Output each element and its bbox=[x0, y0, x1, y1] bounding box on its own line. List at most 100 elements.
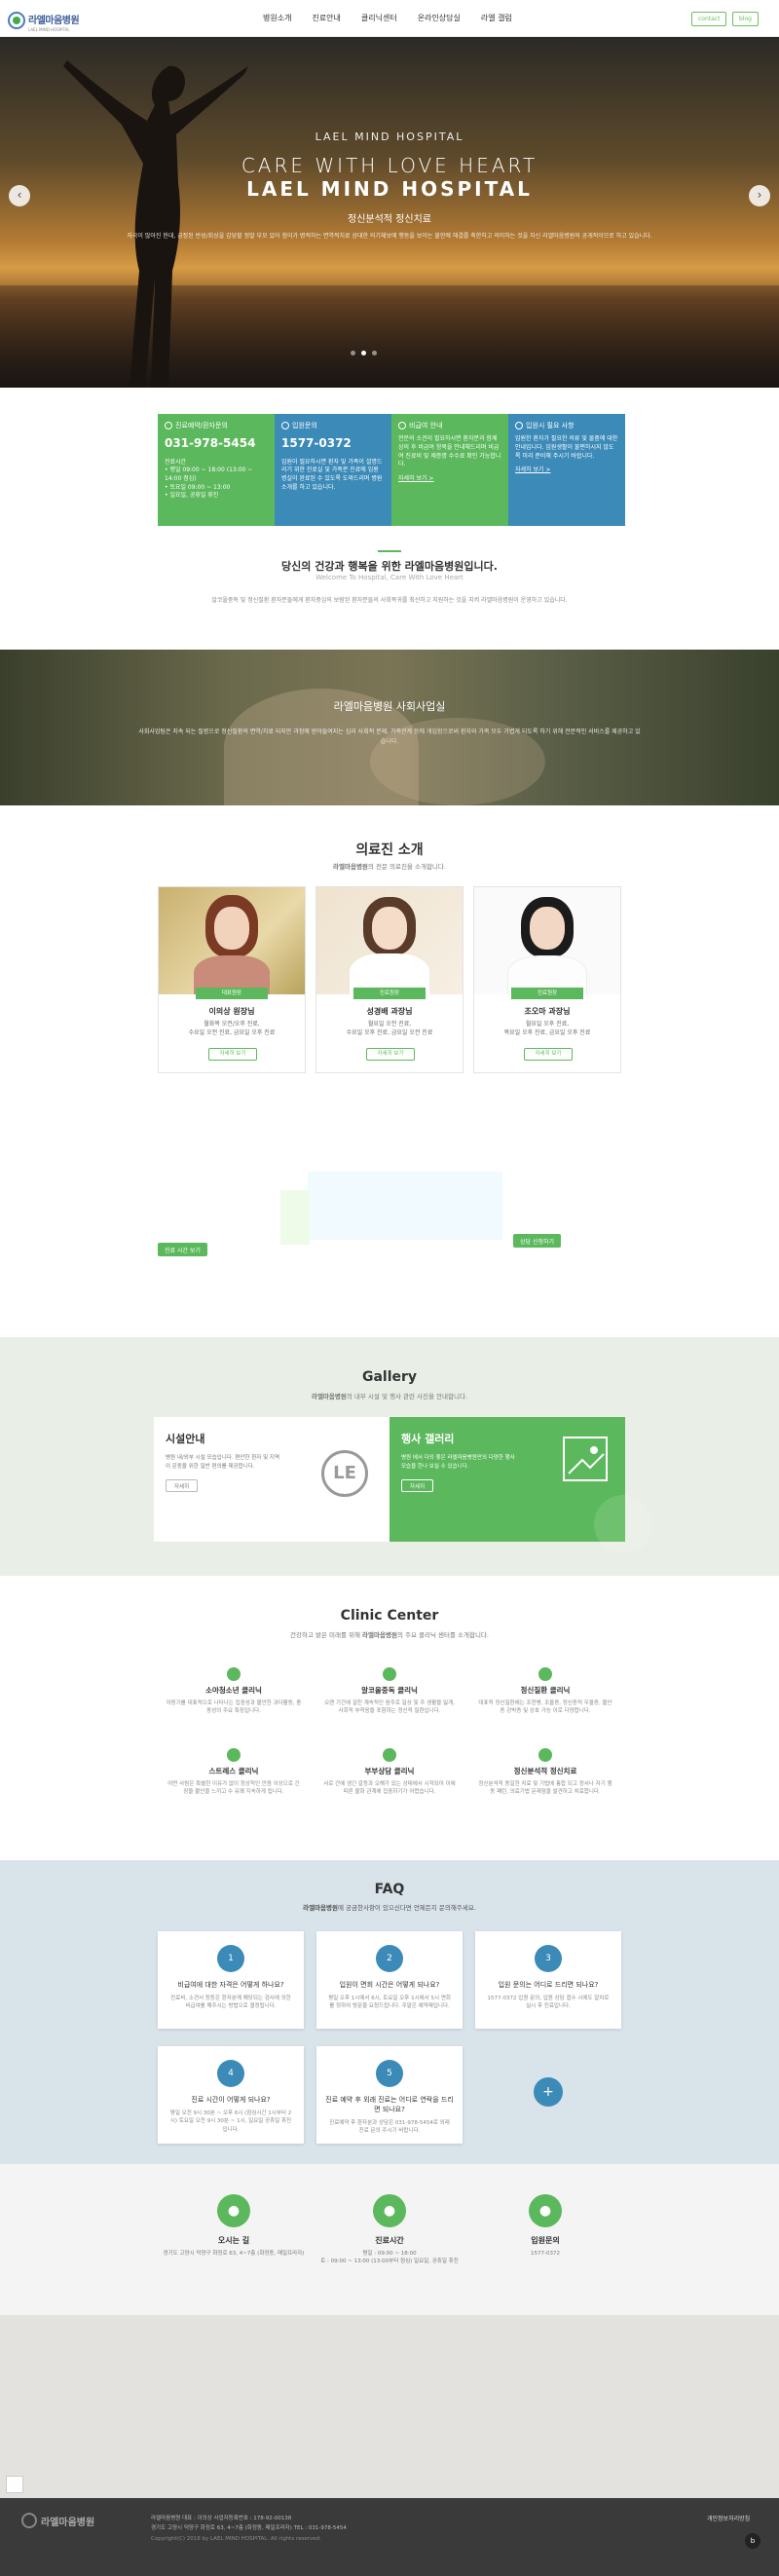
schedule-view-button[interactable]: 진료 시간 보기 bbox=[158, 1243, 207, 1256]
map-control[interactable] bbox=[6, 2476, 23, 2493]
child-icon bbox=[227, 1667, 241, 1681]
map-area[interactable] bbox=[0, 2315, 779, 2498]
doctor-name: 조오마 과장님 bbox=[524, 1007, 571, 1016]
clinic-item-psychoanalytic[interactable]: 정신분석적 정신치료 정신분석적 동일한 치료 및 기법에 통합 되고 정서나 … bbox=[467, 1748, 623, 1797]
logo[interactable]: 라엘마음병원 LAEL MIND HOSPITAL bbox=[8, 9, 80, 32]
contact-title: 입원문의 bbox=[531, 2236, 560, 2245]
site-header: 라엘마음병원 LAEL MIND HOSPITAL 병원소개 진료안내 클리닉센… bbox=[0, 0, 779, 37]
gallery-event-box[interactable]: 행사 갤러리 병원 에서 다의 좋은 라엘마음병원만의 다양한 행사 모습을 한… bbox=[390, 1417, 652, 1553]
faq-question: 진료 예약 후 외래 진료는 어디로 연락을 드리면 되나요? bbox=[325, 2096, 454, 2113]
welcome-subtitle: Welcome To Hospital, Care With Love Hear… bbox=[315, 574, 464, 581]
faq-question: 진료 시간이 어떻게 되나요? bbox=[191, 2096, 271, 2104]
schedule-faint-panel bbox=[308, 1172, 502, 1240]
gallery-facility-box[interactable]: 시설안내 병원 내/외부 시설 모습입니다. 편안한 환자 및 지역이 운동을 … bbox=[154, 1417, 390, 1542]
info-line: • 평일 09:00 ~ 18:00 (13:00 ~ 14:00 점심) bbox=[165, 467, 253, 482]
logo-sub: LAEL MIND HOSPITAL bbox=[28, 27, 70, 32]
info-more-link[interactable]: 자세히 보기 > bbox=[515, 467, 618, 475]
faq-card[interactable]: 4 진료 시간이 어떻게 되나요? 평일 오전 9시 30분 ~ 오후 6시 (… bbox=[158, 2046, 304, 2144]
doctor-more-button[interactable]: 자세히 보기 bbox=[366, 1048, 415, 1061]
doctors-title: 의료진 소개 bbox=[355, 842, 424, 858]
hero-slider: LAEL MIND HOSPITAL CARE WITH LOVE HEART … bbox=[0, 37, 779, 388]
nav-item-gallery[interactable]: 라엘 갤럼 bbox=[481, 13, 512, 23]
clinic-title: Clinic Center bbox=[340, 1608, 439, 1624]
clinic-item-title: 스트레스 클리닉 bbox=[208, 1767, 259, 1775]
doctor-more-button[interactable]: 자세히 보기 bbox=[524, 1048, 573, 1061]
contact-title: 진료시간 bbox=[375, 2236, 404, 2245]
contact-admission: ● 입원문의 1577-0372 bbox=[467, 2194, 623, 2258]
info-more-link[interactable]: 자세히 보기 > bbox=[398, 475, 501, 484]
faq-number: 2 bbox=[376, 1945, 403, 1972]
blog-circle-icon[interactable]: b bbox=[745, 2533, 760, 2549]
privacy-link[interactable]: 개인정보처리방침 bbox=[707, 2514, 750, 2522]
nav-item-clinic[interactable]: 클리닉센터 bbox=[361, 13, 397, 23]
hero-dot[interactable] bbox=[351, 351, 355, 355]
hero-next-button[interactable]: › bbox=[749, 185, 770, 206]
footer-info: 라엘마음병원 대표 : 이의상 사업자등록번호 : 178-92-00138 경… bbox=[151, 2516, 347, 2542]
faq-number: 4 bbox=[217, 2060, 244, 2087]
doctor-schedule: 월화목 오전/오후 진료, 수요일 오전 진료, 금요일 오후 진료 bbox=[188, 1021, 276, 1036]
faq-card[interactable]: 2 입원이 면회 시간은 어떻게 되나요? 평일 오후 1시에서 6시, 토요일… bbox=[316, 1931, 463, 2029]
doctor-more-button[interactable]: 자세히 보기 bbox=[208, 1048, 257, 1061]
info-phone[interactable]: 1577-0372 bbox=[281, 435, 385, 452]
hero-dot[interactable] bbox=[372, 351, 377, 355]
social-work-banner: 라엘마음병원 사회사업실 사회사업팀은 지속 되는 질병으로 정신질환의 면역/… bbox=[0, 650, 779, 805]
contact-desc: 1577-0372 bbox=[531, 2251, 560, 2257]
faq-question: 입원 문의는 어디로 드리면 되나요? bbox=[498, 1981, 599, 1989]
info-box-noncovered: 비급여 안내 전문의 소견이 필요하시면 환자분과 함께 상의 후 비급여 항목… bbox=[391, 414, 508, 526]
main-nav: 병원소개 진료안내 클리닉센터 온라인상담실 라엘 갤럼 bbox=[263, 13, 512, 23]
faq-number: 3 bbox=[535, 1945, 562, 1972]
doctor-card: 대표원장 이의상 원장님 월화목 오전/오후 진료, 수요일 오전 진료, 금요일… bbox=[158, 886, 306, 1073]
gallery-facility-desc: 병원 내/외부 시설 모습입니다. 편안한 환자 및 지역이 운동을 위한 일반… bbox=[166, 1455, 280, 1470]
welcome-divider bbox=[378, 550, 401, 552]
gallery-subtitle: 라엘마음병원의 내부 시설 및 행사 관련 사진을 안내합니다. bbox=[311, 1393, 468, 1400]
clock-icon: ● bbox=[373, 2194, 406, 2227]
logo-name: 라엘마음병원 bbox=[28, 16, 80, 26]
doctor-card: 진료원장 성경배 과장님 월요일 오전 진료, 수요일 오후 진료, 금요일 오전… bbox=[315, 886, 464, 1073]
chat-icon: ● bbox=[529, 2194, 562, 2227]
clinic-item-couple[interactable]: 부부상담 클리닉 서로 간에 생긴 갈등과 오해가 있는 상태에서 시작되어 이… bbox=[312, 1748, 467, 1797]
faq-number: 1 bbox=[217, 1945, 244, 1972]
clinic-item-mental[interactable]: 정신질환 클리닉 대표적 정신질환에는 조현병, 조울증, 정신증적 우울증, … bbox=[467, 1667, 623, 1716]
info-title: 비급여 안내 bbox=[409, 422, 443, 429]
doctor-schedule: 월요일 오후 진료, 목요일 오후 진료, 금요일 오후 진료 bbox=[503, 1021, 591, 1036]
welcome-title: 당신의 건강과 행복을 위한 라엘마음병원입니다. bbox=[281, 560, 498, 573]
gallery-facility-button[interactable]: 자세히 bbox=[166, 1478, 199, 1492]
contact-button[interactable]: contact bbox=[691, 12, 727, 26]
gallery-event-button[interactable]: 자세히 bbox=[401, 1478, 434, 1492]
clinic-item-title: 정신질환 클리닉 bbox=[520, 1686, 571, 1695]
info-box-admission-needs: 입원시 필요 사항 입원한 환자가 필요한 의류 및 물품에 대한 안내입니다.… bbox=[508, 414, 625, 526]
nav-item-care[interactable]: 진료안내 bbox=[312, 13, 340, 23]
contact-location: ● 오시는 길 경기도 고양시 덕양구 화정로 63, 4~7층 (화정동, 매… bbox=[156, 2194, 312, 2258]
logo-mark-icon bbox=[8, 12, 25, 29]
location-pin-icon: ● bbox=[217, 2194, 250, 2227]
faq-answer: 평일 오후 1시에서 6시, 토요일 오후 1시에서 5시 면회를 정하여 방문… bbox=[328, 1996, 451, 2010]
clinic-item-stress[interactable]: 스트레스 클리닉 어떤 사람은 특별한 이유가 없이 정상적인 만큼 이상으로 … bbox=[156, 1748, 312, 1797]
clinic-item-youth[interactable]: 소아청소년 클리닉 아동기를 대표적으로 나타나는 집중성과 불안한 과다활동,… bbox=[156, 1667, 312, 1716]
info-line: 입원한 환자가 필요한 의류 및 물품에 대한 안내입니다. 입원생활이 불편하… bbox=[515, 435, 618, 460]
info-title: 입원시 필요 사항 bbox=[526, 422, 575, 429]
doctor-photo bbox=[474, 887, 620, 994]
stress-icon bbox=[227, 1748, 241, 1762]
info-title: 진료예약/환자문의 bbox=[175, 422, 228, 429]
info-phone[interactable]: 031-978-5454 bbox=[165, 435, 268, 452]
faq-answer: 진료예약 후 환자분과 상담은 031-978-5454로 외래 진료 문의 주… bbox=[329, 2120, 450, 2135]
faq-more-button[interactable]: + bbox=[534, 2077, 563, 2107]
clinic-item-title: 소아청소년 클리닉 bbox=[205, 1686, 262, 1695]
clinic-item-alcohol[interactable]: 알코올중독 클리닉 오랜 기간에 걸친 계속적인 음주로 일상 및 주 생활을 … bbox=[312, 1667, 467, 1716]
doctor-tag: 대표원장 bbox=[196, 988, 268, 999]
nav-item-counsel[interactable]: 온라인상담실 bbox=[418, 13, 461, 23]
faq-title: FAQ bbox=[374, 1882, 405, 1897]
faq-card[interactable]: 5 진료 예약 후 외래 진료는 어디로 연락을 드리면 되나요? 진료예약 후… bbox=[316, 2046, 463, 2144]
hero-dot-active[interactable] bbox=[361, 351, 366, 355]
clinic-item-desc: 서로 간에 생긴 갈등과 오해가 있는 상태에서 시작되어 이에 따른 불화 관… bbox=[323, 1781, 456, 1796]
nav-item-about[interactable]: 병원소개 bbox=[263, 13, 291, 23]
faq-card[interactable]: 1 비급여에 대한 자격은 어떻게 하나요? 진료비, 소견서 등등은 환자분께… bbox=[158, 1931, 304, 2029]
hero-prev-button[interactable]: ‹ bbox=[9, 185, 30, 206]
faq-card[interactable]: 3 입원 문의는 어디로 드리면 되나요? 1577-0372 입원 문의, 입… bbox=[475, 1931, 621, 2029]
gallery-title: Gallery bbox=[361, 1369, 418, 1385]
blog-button[interactable]: blog bbox=[732, 12, 759, 26]
welcome-description: 알코올중독 및 정신질환 환자분들에게 환자중심의 보람된 환자분들의 사회복귀… bbox=[211, 597, 568, 604]
consult-request-button[interactable]: 상담 신청하기 bbox=[513, 1234, 562, 1248]
faq-answer: 평일 오전 9시 30분 ~ 오후 6시 (점심시간 1시부터 2시) 토요일 … bbox=[169, 2110, 292, 2133]
hero-title-2: LAEL MIND HOSPITAL bbox=[246, 177, 533, 201]
